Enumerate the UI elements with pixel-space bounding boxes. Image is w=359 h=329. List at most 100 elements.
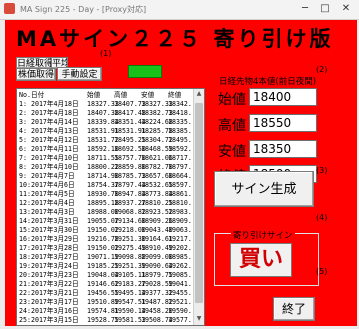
table-cell: 6: [19,145,27,153]
table-row[interactable]: 8: 2017年4月10日 18800.22 18859.80 18782.70 1879… [17,163,196,171]
table-row[interactable]: 20: 2017年3月23日 19048.04 19105.11 18979.75 190… [17,271,196,279]
table-cell: 19085.. [168,271,196,279]
table-cell: 2: [19,109,27,117]
table-cell: 2017年4月3日 [31,208,75,216]
table-row[interactable]: 17: 2017年3月28日 19150.02 19275.49 18910.49 192… [17,244,196,252]
table-cell: 1: [19,100,27,108]
table-row[interactable]: 10: 2017年4月6日 18754.37 18797.44 18532.65 1859… [17,181,196,189]
table-cell: 24: [19,307,31,315]
page-title: MAサイン２２５ 寄り引け版 [16,27,334,51]
table-cell: 17: [19,244,31,252]
table-row[interactable]: 5: 2017年4月12日 18531.72 18495.25 18304.72 1849… [17,136,196,144]
price-table[interactable]: No. 日付 始値 高値 安値 終値 1: 2017年4月18日 18327.33 1… [16,88,205,326]
table-row[interactable]: 12: 2017年4月4日 18895.18 18937.27 18810.25 1881… [17,199,196,207]
table-cell: 2017年4月12日 [31,136,79,144]
table-cell: 18495.. [168,136,196,144]
table-cell: 2017年4月4日 [31,199,75,207]
table-row[interactable]: 23: 2017年3月17日 19510.89 19547.51 19487.82 195… [17,298,196,306]
table-cell: 10: [19,181,31,189]
table-cell: 23: [19,298,31,306]
minimize-icon[interactable]: ─ [296,2,314,16]
sign-output: 買い [230,243,292,277]
title-bar[interactable]: MA Sign 225 - Day - [Proxy対応] ─ □ ✕ [0,0,359,20]
open-price-input[interactable]: 18400 [249,88,317,106]
price-fetch-button[interactable]: 株価取得 [16,68,56,81]
table-cell: 2017年3月29日 [31,235,79,243]
exit-button[interactable]: 終了 [273,297,315,321]
scroll-thumb[interactable] [195,103,203,303]
table-row[interactable]: 9: 2017年4月7日 18714.90 18785.73 18657.60 18664… [17,172,196,180]
table-cell: 19590.. [168,307,196,315]
table-row[interactable]: 22: 2017年3月21日 19456.55 19495.14 19377.32 194… [17,289,196,297]
table-cell: 20: [19,271,31,279]
table-cell: 2017年3月30日 [31,226,79,234]
table-cell: 25: [19,316,31,324]
table-cell: 16: [19,235,31,243]
table-cell: 18717.. [168,154,196,162]
table-cell: 18985.. [168,253,196,261]
table-row[interactable]: 2: 2017年4月18日 18407.38 18417.48 18382.73 1841… [17,109,196,117]
window-title: MA Sign 225 - Day - [Proxy対応] [20,5,147,14]
table-cell: 21: [19,280,31,288]
table-row[interactable]: 1: 2017年4月18日 18327.33 18407.73 18327.33 1834… [17,100,196,108]
scroll-up-icon[interactable]: ▲ [195,90,203,98]
generate-sign-button[interactable]: サイン生成 [214,171,314,207]
close-icon[interactable]: ✕ [337,2,355,16]
table-cell: 19041.. [168,280,196,288]
table-cell: 9: [19,172,27,180]
marker-5: (5) [316,267,328,276]
table-cell: 18983.. [168,208,196,216]
marker-1: (1) [100,49,112,58]
table-cell: 2017年3月16日 [31,307,79,315]
table-cell: 4: [19,127,27,135]
table-row[interactable]: 19: 2017年3月24日 19185.25 19251.39 19090.64 192… [17,262,196,270]
manual-setting-button[interactable]: 手動設定 [57,67,102,81]
table-cell: 2017年3月17日 [31,298,79,306]
table-cell: 19202.. [168,244,196,252]
table-row[interactable]: 11: 2017年4月5日 18930.70 18947.84 18773.84 1886… [17,190,196,198]
table-cell: 11: [19,190,31,198]
table-cell: 2017年3月27日 [31,253,79,261]
table-row[interactable]: 21: 2017年3月22日 19146.62 19183.27 19028.59 190… [17,280,196,288]
high-price-input[interactable]: 18550 [249,114,317,132]
maximize-icon[interactable]: □ [316,2,334,16]
table-cell: 2017年4月18日 [31,100,79,108]
column-header: 高値 [114,91,128,99]
table-row[interactable]: 14: 2017年3月31日 19055.07 19134.60 18909.26 189… [17,217,196,225]
table-row[interactable]: 4: 2017年4月13日 18531.91 18531.91 18285.78 1838… [17,127,196,135]
table-cell: 18592.. [168,145,196,153]
table-cell: 2017年3月31日 [31,217,79,225]
table-row[interactable]: 18: 2017年3月27日 19071.19 19098.88 19099.00 189… [17,253,196,261]
scroll-down-icon[interactable]: ▼ [195,315,203,323]
table-cell: 2017年3月15日 [31,316,79,324]
app-window: MA Sign 225 - Day - [Proxy対応] ─ □ ✕ MAサイ… [0,0,359,329]
low-price-label: 安値 [218,144,246,160]
app-icon [4,3,15,14]
column-header: 終値 [168,91,182,99]
table-row[interactable]: 15: 2017年3月30日 19150.02 19218.00 19043.40 190… [17,226,196,234]
table-cell: 19521.. [168,298,196,306]
table-scrollbar[interactable]: ▲ ▼ [193,89,204,325]
table-row[interactable]: 7: 2017年4月10日 18711.55 18757.70 18621.06 1871… [17,154,196,162]
table-cell: 13: [19,208,31,216]
table-cell: 2017年4月14日 [31,118,79,126]
table-cell: 22: [19,289,31,297]
table-row[interactable]: 3: 2017年4月14日 18339.84 18351.44 18224.68 1833… [17,118,196,126]
table-cell: 12: [19,199,31,207]
table-cell: 8: [19,163,27,171]
main-panel: MAサイン２２５ 寄り引け版 (1) 日経取得 平均 株価取得 手動設定 No.… [5,20,357,326]
futures-hint: 日経先物4本値(前日夜間) [219,77,317,87]
table-cell: 2017年4月7日 [31,172,75,180]
table-row[interactable]: 16: 2017年3月29日 19216.78 19251.30 19164.61 192… [17,235,196,243]
low-price-input[interactable]: 18350 [249,140,317,158]
marker-3: (3) [316,166,328,175]
table-cell: 19455.. [168,289,196,297]
table-row[interactable]: 6: 2017年4月11日 18592.10 18692.50 18468.59 1859… [17,145,196,153]
table-row[interactable]: 24: 2017年3月16日 19574.81 19590.14 19458.20 195… [17,307,196,315]
table-row[interactable]: 25: 2017年3月15日 19528.75 19581.53 19508.74 195… [17,316,196,324]
table-cell: 18597.. [168,181,196,189]
table-cell: 2017年4月5日 [31,190,75,198]
table-cell: 2017年3月21日 [31,289,79,297]
table-cell: 18909.. [168,217,196,225]
table-row[interactable]: 13: 2017年4月3日 18988.00 19068.82 18923.52 1898… [17,208,196,216]
